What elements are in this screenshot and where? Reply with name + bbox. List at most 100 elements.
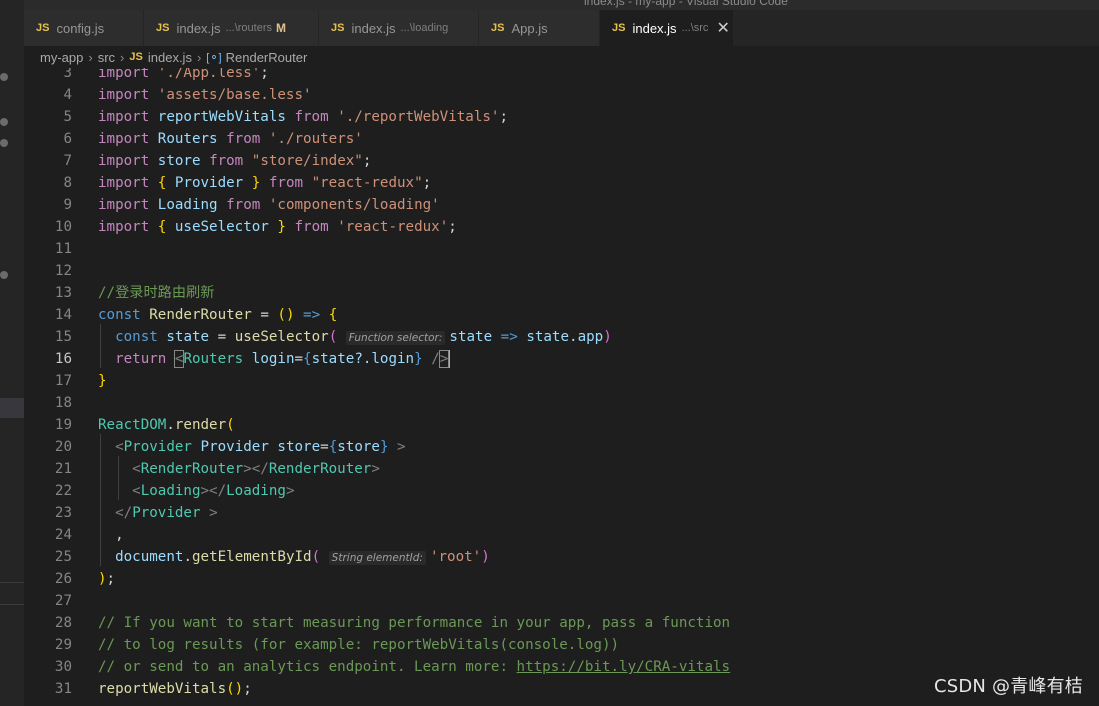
divider bbox=[0, 582, 24, 583]
text-cursor bbox=[448, 350, 451, 368]
line-number: 11 bbox=[54, 241, 72, 257]
parameter-hint: Function selector: bbox=[345, 331, 446, 345]
comment-link[interactable]: https://bit.ly/CRA-vitals bbox=[517, 659, 731, 675]
line-number: 26 bbox=[54, 571, 72, 587]
breadcrumb-file[interactable]: index.js bbox=[148, 50, 192, 65]
line-number: 28 bbox=[54, 615, 72, 631]
line-number: 25 bbox=[54, 549, 72, 565]
change-marker-icon bbox=[0, 73, 8, 81]
line-number: 17 bbox=[54, 373, 72, 389]
js-file-icon: JS bbox=[129, 51, 143, 63]
code-line-17: 17} bbox=[24, 370, 1099, 392]
tab-label: config.js bbox=[56, 20, 105, 36]
line-number: 3 bbox=[63, 68, 72, 81]
breadcrumb-folder[interactable]: src bbox=[98, 50, 115, 65]
line-number-current: 16 bbox=[54, 351, 72, 367]
code-line-15: 15 const state = useSelector( Function s… bbox=[24, 326, 1099, 348]
line-number: 23 bbox=[54, 505, 72, 521]
code-line-13: 13 //登录时路由刷新 bbox=[24, 282, 1099, 304]
activity-bar bbox=[0, 0, 24, 706]
code-editor[interactable]: 3 import './App.less'; 4 import 'assets/ba… bbox=[24, 68, 1099, 706]
tab-app-js[interactable]: JS App.js bbox=[479, 10, 600, 46]
code-line-27: 27 bbox=[24, 590, 1099, 612]
code-line-25: 25 document.getElementById( String eleme… bbox=[24, 546, 1099, 568]
bracket-match-highlight: > bbox=[438, 350, 450, 368]
code-comment: // or send to an analytics endpoint. Lea… bbox=[98, 659, 517, 675]
line-number: 21 bbox=[54, 461, 72, 477]
tab-label: index.js bbox=[351, 20, 396, 36]
line-number: 29 bbox=[54, 637, 72, 653]
change-marker-icon bbox=[0, 271, 8, 279]
js-file-icon: JS bbox=[331, 22, 345, 34]
code-line-12: 12 bbox=[24, 260, 1099, 282]
code-line-22: 22 <Loading></Loading> bbox=[24, 480, 1099, 502]
breadcrumb: my-app › src › JS index.js › [⚬] RenderR… bbox=[24, 46, 1099, 68]
line-number: 20 bbox=[54, 439, 72, 455]
code-line-3: 3 import './App.less'; bbox=[24, 68, 1099, 84]
line-number: 6 bbox=[63, 131, 72, 147]
code-line-20: 20 <Provider Provider store={store} > bbox=[24, 436, 1099, 458]
line-number: 9 bbox=[63, 197, 72, 213]
js-file-icon: JS bbox=[612, 22, 626, 34]
code-line-9: 9 import Loading from 'components/loading… bbox=[24, 194, 1099, 216]
tab-index-js-routers[interactable]: JS index.js ...\routers M bbox=[144, 10, 319, 46]
code-line-14: 14 const RenderRouter = () => { bbox=[24, 304, 1099, 326]
line-number: 27 bbox=[54, 593, 72, 609]
line-number: 18 bbox=[54, 395, 72, 411]
code-line-24: 24 , bbox=[24, 524, 1099, 546]
code-line-7: 7 import store from "store/index"; bbox=[24, 150, 1099, 172]
line-number: 4 bbox=[63, 87, 72, 103]
explorer-selected-row[interactable] bbox=[0, 398, 24, 418]
code-line-26: 26); bbox=[24, 568, 1099, 590]
tab-description: ...\src bbox=[681, 22, 709, 34]
code-line-18: 18 bbox=[24, 392, 1099, 414]
change-marker-icon bbox=[0, 139, 8, 147]
js-file-icon: JS bbox=[491, 22, 505, 34]
line-number: 5 bbox=[63, 109, 72, 125]
line-number: 12 bbox=[54, 263, 72, 279]
code-comment: // to log results (for example: reportWe… bbox=[98, 637, 620, 653]
line-number: 30 bbox=[54, 659, 72, 675]
code-comment: // If you want to start measuring perfor… bbox=[98, 615, 731, 631]
tab-index-js-loading[interactable]: JS index.js ...\loading bbox=[319, 10, 479, 46]
line-number: 19 bbox=[54, 417, 72, 433]
code-line-4: 4 import 'assets/base.less' bbox=[24, 84, 1099, 106]
tab-index-js-src[interactable]: JS index.js ...\src ✕ bbox=[600, 10, 734, 46]
code-line-19: 19 ReactDOM.render( bbox=[24, 414, 1099, 436]
tab-config-js[interactable]: JS config.js bbox=[24, 10, 144, 46]
line-number: 22 bbox=[54, 483, 72, 499]
tab-label: index.js bbox=[632, 20, 677, 36]
change-marker-icon bbox=[0, 118, 8, 126]
code-line-23: 23 </Provider > bbox=[24, 502, 1099, 524]
close-icon[interactable]: ✕ bbox=[716, 18, 729, 38]
line-number: 7 bbox=[63, 153, 72, 169]
code-line-10: 10 import { useSelector } from 'react-red… bbox=[24, 216, 1099, 238]
watermark: CSDN @青峰有桔 bbox=[933, 676, 1083, 697]
line-number: 10 bbox=[54, 219, 72, 235]
breadcrumb-symbol[interactable]: RenderRouter bbox=[226, 50, 308, 65]
code-line-6: 6 import Routers from './routers' bbox=[24, 128, 1099, 150]
code-line-5: 5 import reportWebVitals from './reportWe… bbox=[24, 106, 1099, 128]
modified-badge: M bbox=[276, 21, 287, 35]
tab-description: ...\routers bbox=[225, 22, 273, 34]
line-number: 8 bbox=[63, 175, 72, 191]
tab-label: index.js bbox=[176, 20, 221, 36]
js-file-icon: JS bbox=[36, 22, 50, 34]
code-line-11: 11 bbox=[24, 238, 1099, 260]
code-line-28: 28 // If you want to start measuring perf… bbox=[24, 612, 1099, 634]
line-number: 14 bbox=[54, 307, 72, 323]
breadcrumb-project[interactable]: my-app bbox=[40, 50, 83, 65]
code-line-8: 8 import { Provider } from "react-redux"; bbox=[24, 172, 1099, 194]
variable-symbol-icon: [⚬] bbox=[206, 51, 222, 64]
title-bar: index.js - my-app - Visual Studio Code bbox=[24, 0, 1099, 10]
js-file-icon: JS bbox=[156, 22, 170, 34]
code-comment: //登录时路由刷新 bbox=[98, 285, 215, 301]
divider bbox=[0, 604, 24, 605]
line-number: 24 bbox=[54, 527, 72, 543]
tab-label: App.js bbox=[511, 20, 548, 36]
line-number: 15 bbox=[54, 329, 72, 345]
line-number: 13 bbox=[54, 285, 72, 301]
chevron-right-icon: › bbox=[196, 49, 202, 65]
tab-description: ...\loading bbox=[400, 22, 449, 34]
window-title: index.js - my-app - Visual Studio Code bbox=[584, 0, 788, 8]
